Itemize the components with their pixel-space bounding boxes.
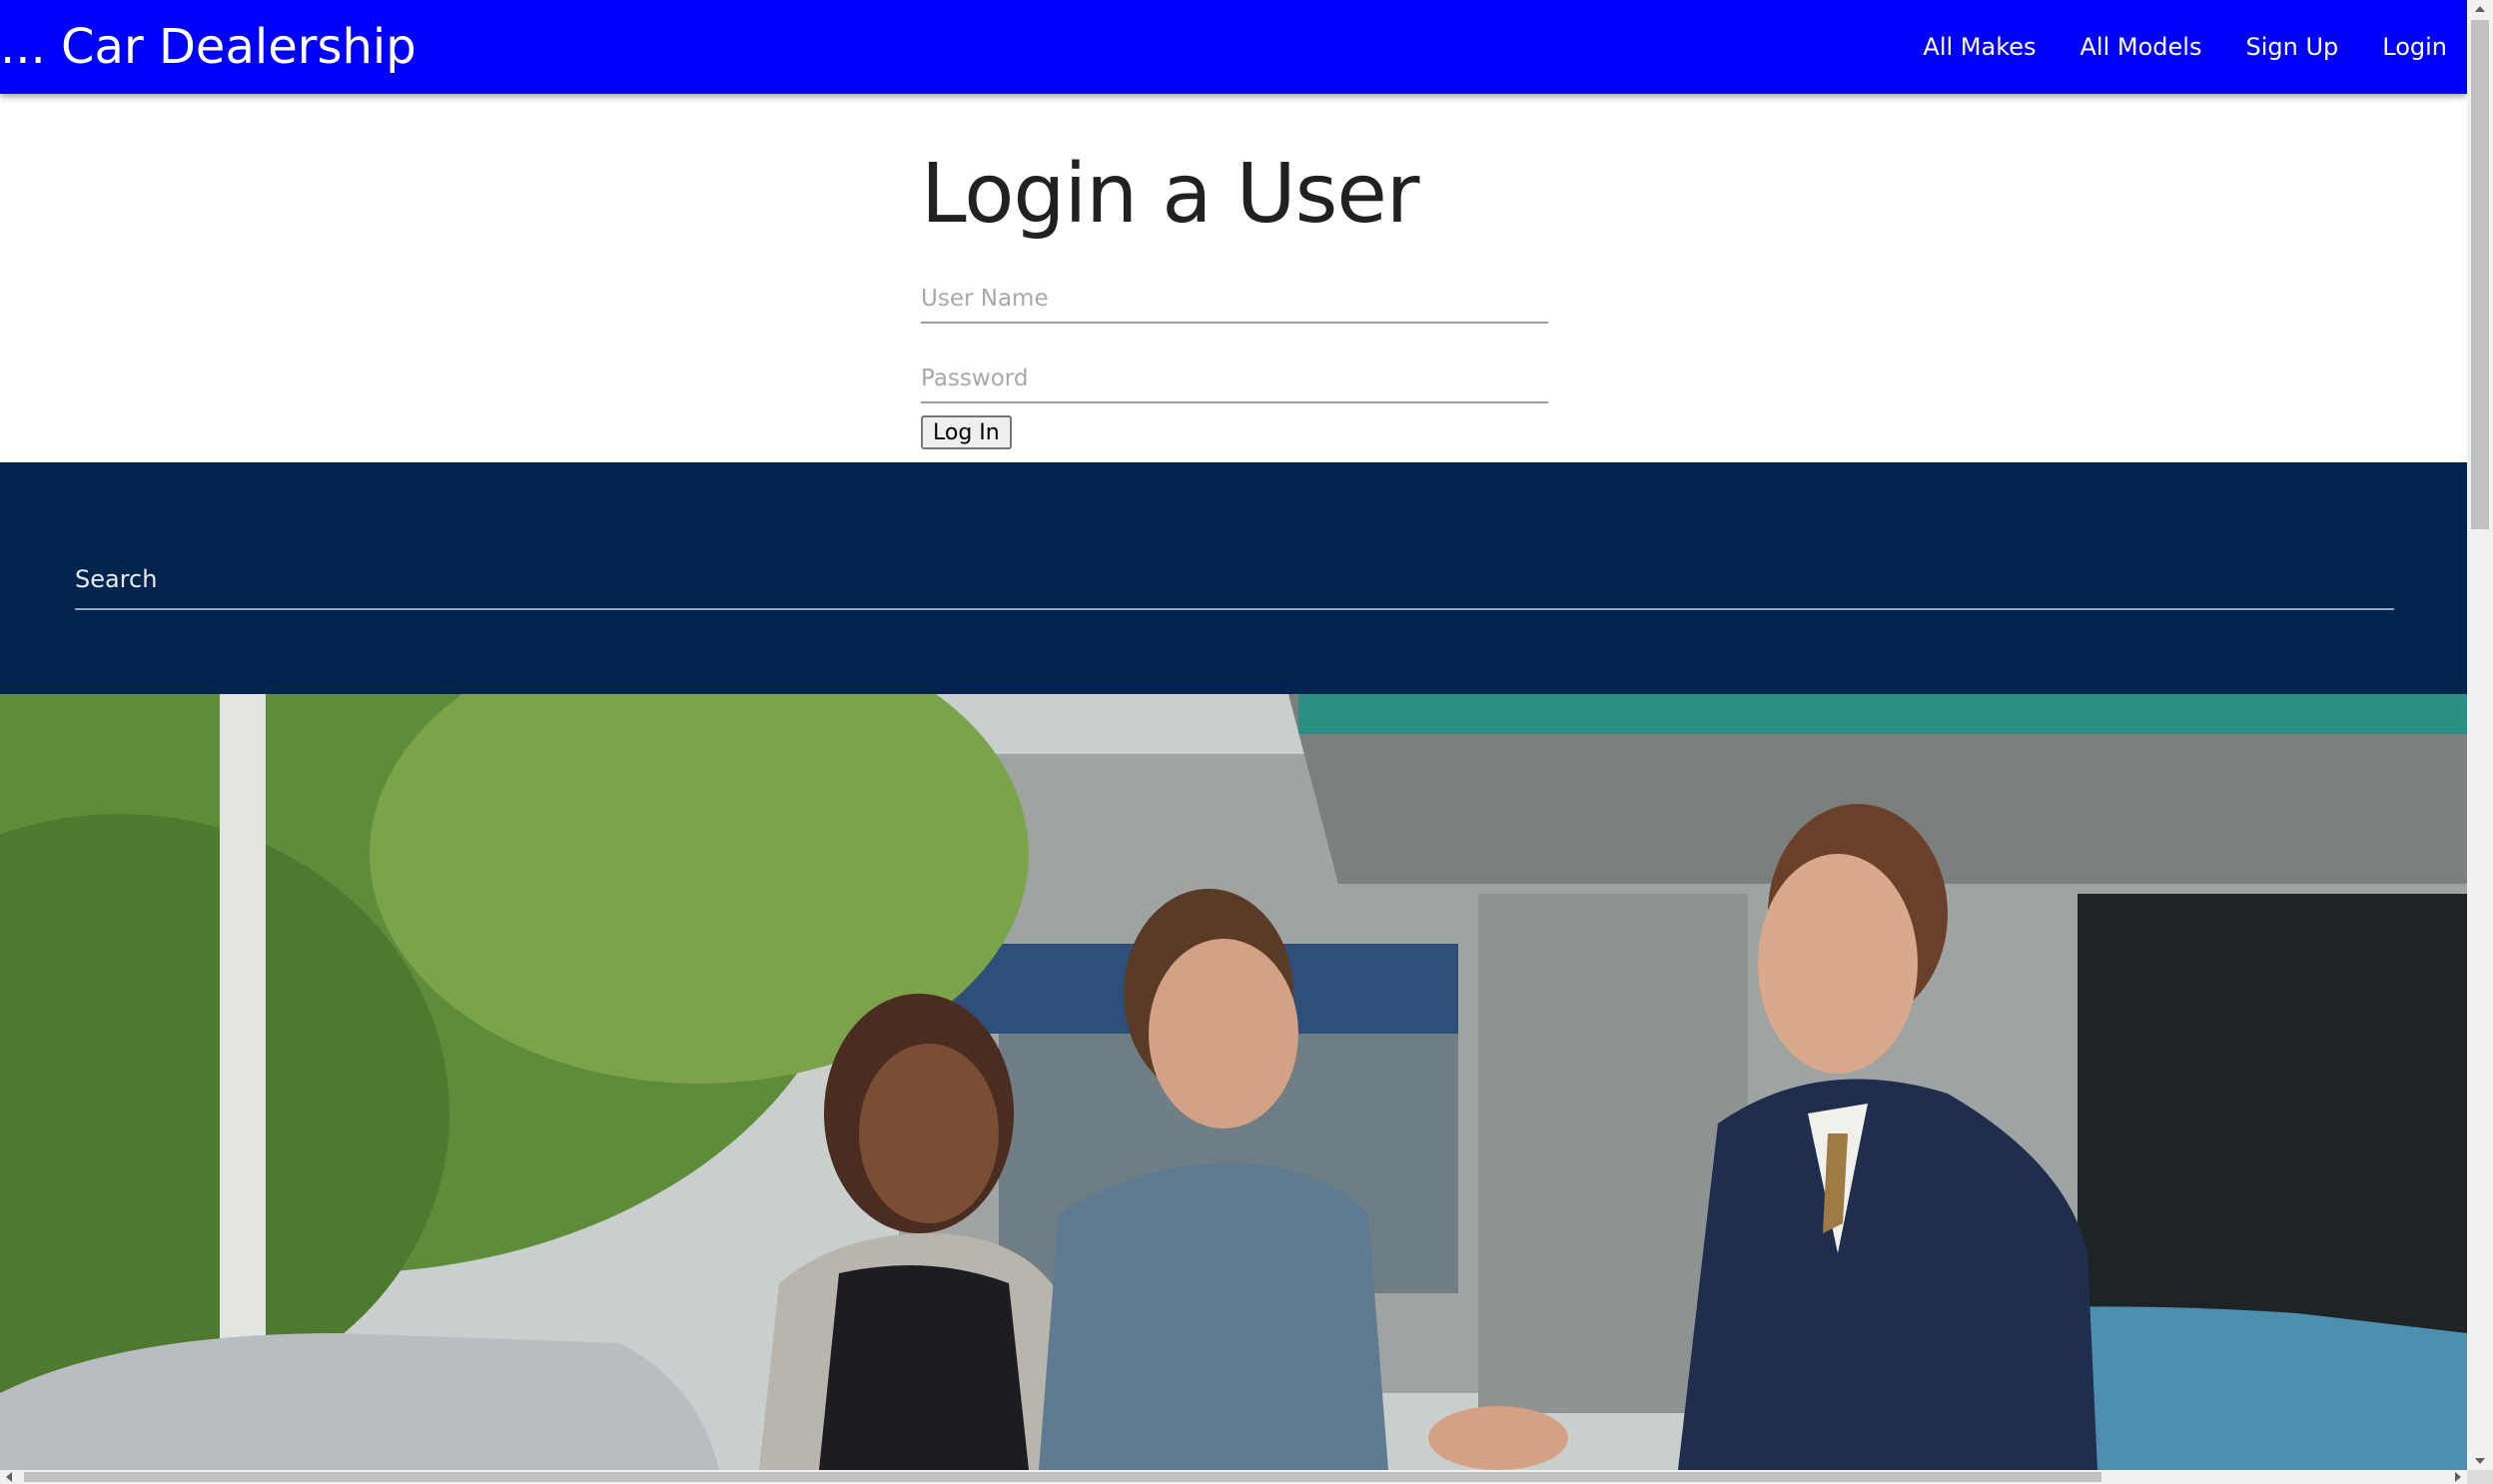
horizontal-scroll-thumb[interactable]: [24, 1472, 2101, 1482]
top-navbar: ... Car Dealership All Makes All Models …: [0, 0, 2467, 94]
hero-photo: [0, 694, 2467, 1470]
login-button[interactable]: Log In: [921, 415, 1012, 449]
username-input[interactable]: [921, 264, 1548, 324]
nav-all-models[interactable]: All Models: [2080, 30, 2202, 64]
nav-links: All Makes All Models Sign Up Login: [1923, 30, 2447, 64]
scroll-left-icon[interactable]: [6, 1472, 12, 1482]
vertical-scroll-thumb[interactable]: [2471, 20, 2489, 529]
page-viewport: ... Car Dealership All Makes All Models …: [0, 0, 2467, 1470]
nav-all-makes[interactable]: All Makes: [1923, 30, 2036, 64]
search-section: [0, 462, 2467, 694]
search-input[interactable]: [75, 550, 2394, 610]
brand-link[interactable]: ... Car Dealership: [0, 18, 416, 76]
scroll-right-icon[interactable]: [2455, 1472, 2461, 1482]
password-input[interactable]: [921, 344, 1548, 403]
horizontal-scrollbar[interactable]: [0, 1470, 2467, 1484]
scrollbar-corner: [2467, 1470, 2493, 1484]
page-title: Login a User: [921, 147, 1420, 242]
scroll-up-icon[interactable]: [2475, 6, 2485, 12]
scroll-down-icon[interactable]: [2475, 1458, 2485, 1464]
hero-image: [0, 694, 2467, 1470]
vertical-scrollbar[interactable]: [2467, 0, 2493, 1470]
nav-login[interactable]: Login: [2382, 30, 2447, 64]
nav-sign-up[interactable]: Sign Up: [2245, 30, 2338, 64]
login-form: Login a User Log In: [921, 140, 1548, 449]
